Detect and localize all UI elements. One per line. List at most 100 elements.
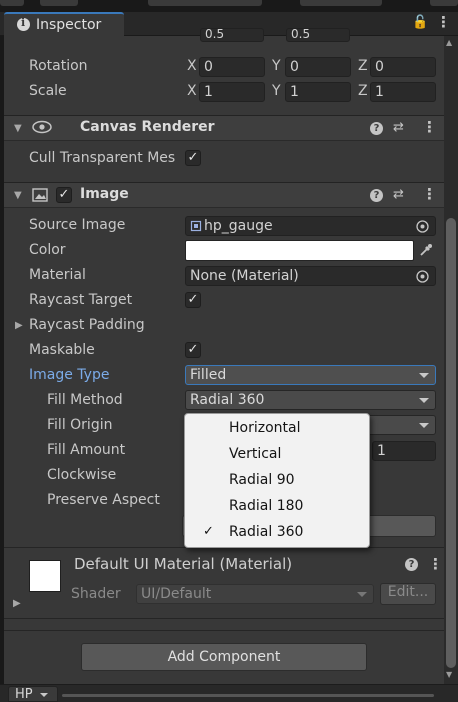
fill-origin-label: Fill Origin: [47, 417, 113, 433]
presets-icon[interactable]: ⇄: [393, 187, 404, 202]
fill-method-menu: Horizontal Vertical Radial 90 Radial 180…: [184, 413, 370, 548]
foldout-right-arrow-icon[interactable]: ▶: [13, 598, 21, 609]
foldout-right-arrow-icon[interactable]: ▶: [15, 320, 23, 331]
help-icon[interactable]: ?: [370, 189, 383, 202]
scale-x-axis[interactable]: X: [187, 83, 197, 99]
toolbar-button[interactable]: [300, 0, 382, 6]
rotation-z-axis[interactable]: Z: [358, 58, 368, 74]
lock-icon[interactable]: 🔓: [412, 15, 428, 30]
foldout-arrow-icon[interactable]: ▼: [14, 123, 22, 134]
preserve-aspect-label: Preserve Aspect: [47, 492, 160, 508]
image-enabled-checkbox[interactable]: ✓: [56, 187, 72, 203]
tab-menu-icon[interactable]: ⋮: [436, 13, 451, 31]
tab-inspector[interactable]: Inspector: [4, 12, 124, 37]
raycast-target-checkbox[interactable]: ✓: [185, 292, 201, 308]
edit-shader-button[interactable]: Edit...: [380, 583, 436, 605]
rotation-x-field[interactable]: 0: [199, 57, 265, 77]
rotation-x-axis[interactable]: X: [187, 58, 197, 74]
menu-item-radial-360[interactable]: Radial 360: [229, 524, 303, 540]
sprite-icon: [190, 220, 202, 232]
cull-transparent-label: Cull Transparent Mes: [29, 150, 176, 166]
bottom-slider-track[interactable]: [62, 694, 434, 697]
scale-y-field[interactable]: 1: [285, 82, 351, 102]
toolbar-button[interactable]: [148, 0, 262, 6]
scroll-down-arrow-icon[interactable]: ▼: [446, 670, 452, 679]
hp-tab[interactable]: HP: [8, 686, 58, 702]
scale-z-field[interactable]: 1: [370, 82, 436, 102]
source-image-label: Source Image: [29, 217, 126, 233]
menu-item-vertical[interactable]: Vertical: [229, 446, 281, 462]
eye-icon: [32, 119, 52, 135]
help-icon[interactable]: ?: [370, 122, 383, 135]
section-divider: [4, 630, 444, 631]
rotation-label: Rotation: [29, 58, 88, 74]
chevron-down-icon: [357, 592, 367, 597]
foldout-arrow-icon[interactable]: ▼: [14, 190, 22, 201]
checkmark-icon: ✓: [203, 524, 214, 539]
toolbar-button[interactable]: [0, 0, 24, 6]
chevron-down-icon: [40, 693, 48, 697]
menu-item-radial-90[interactable]: Radial 90: [229, 472, 295, 488]
fill-method-label: Fill Method: [47, 392, 123, 408]
scale-label: Scale: [29, 83, 67, 99]
tab-inspector-label: Inspector: [36, 17, 102, 33]
object-picker-icon[interactable]: [416, 220, 429, 233]
info-icon: [17, 16, 30, 31]
clockwise-label: Clockwise: [47, 467, 117, 483]
fill-method-value: Radial 360: [190, 392, 265, 408]
color-label: Color: [29, 242, 66, 258]
scale-z-axis[interactable]: Z: [358, 83, 368, 99]
hp-tab-label: HP: [15, 687, 33, 702]
rotation-y-field[interactable]: 0: [285, 57, 351, 77]
add-component-button[interactable]: Add Component: [81, 643, 367, 671]
canvas-renderer-header[interactable]: ▼ Canvas Renderer ? ⇄ ⋮: [4, 115, 444, 141]
toolbar-button[interactable]: [40, 0, 78, 6]
raycast-target-label: Raycast Target: [29, 292, 133, 308]
material-section-title: Default UI Material (Material): [74, 555, 293, 573]
color-swatch[interactable]: [185, 240, 414, 261]
presets-icon[interactable]: ⇄: [393, 120, 404, 135]
source-image-value: hp_gauge: [204, 218, 273, 234]
scrollbar-thumb[interactable]: [446, 218, 456, 668]
maskable-label: Maskable: [29, 342, 95, 358]
section-divider: [4, 618, 444, 619]
eyedropper-icon[interactable]: [418, 242, 434, 258]
cull-transparent-checkbox[interactable]: ✓: [185, 150, 201, 166]
shader-dropdown[interactable]: UI/Default: [136, 584, 374, 604]
object-picker-icon[interactable]: [416, 270, 429, 283]
component-menu-icon[interactable]: ⋮: [422, 118, 437, 136]
transform-partial-field[interactable]: 0.5: [286, 28, 350, 42]
canvas-renderer-title: Canvas Renderer: [80, 119, 215, 135]
rotation-y-axis[interactable]: Y: [272, 58, 281, 74]
bottom-panel-strip: [0, 684, 458, 702]
scroll-up-arrow-icon[interactable]: ▲: [446, 38, 452, 47]
menu-item-radial-180[interactable]: Radial 180: [229, 498, 303, 514]
chevron-down-icon: [419, 398, 429, 403]
toolbar-button[interactable]: [430, 0, 458, 6]
menu-item-horizontal[interactable]: Horizontal: [229, 420, 300, 436]
image-title: Image: [80, 186, 129, 202]
help-icon[interactable]: ?: [405, 558, 418, 571]
transform-partial-field[interactable]: 0.5: [200, 28, 264, 42]
image-type-dropdown[interactable]: Filled: [185, 365, 436, 385]
chevron-down-icon: [419, 373, 429, 378]
material-field[interactable]: None (Material): [185, 266, 436, 286]
component-menu-icon[interactable]: ⋮: [422, 185, 437, 203]
fill-amount-label: Fill Amount: [47, 442, 126, 458]
image-component-icon: [32, 187, 48, 203]
material-label: Material: [29, 267, 86, 283]
image-type-value: Filled: [190, 367, 227, 383]
material-menu-icon[interactable]: ⋮: [428, 555, 443, 573]
maskable-checkbox[interactable]: ✓: [185, 342, 201, 358]
source-image-field[interactable]: hp_gauge: [185, 216, 436, 236]
scale-y-axis[interactable]: Y: [272, 83, 281, 99]
scale-x-field[interactable]: 1: [199, 82, 265, 102]
fill-amount-field[interactable]: 1: [372, 441, 436, 461]
top-toolbar-strip: [0, 0, 458, 12]
image-header[interactable]: ▼ ✓ Image ? ⇄ ⋮: [4, 182, 444, 208]
rotation-z-field[interactable]: 0: [370, 57, 436, 77]
raycast-padding-label[interactable]: Raycast Padding: [29, 317, 145, 333]
image-type-label: Image Type: [29, 367, 110, 383]
material-value: None (Material): [190, 268, 299, 284]
fill-method-dropdown[interactable]: Radial 360: [185, 390, 436, 410]
